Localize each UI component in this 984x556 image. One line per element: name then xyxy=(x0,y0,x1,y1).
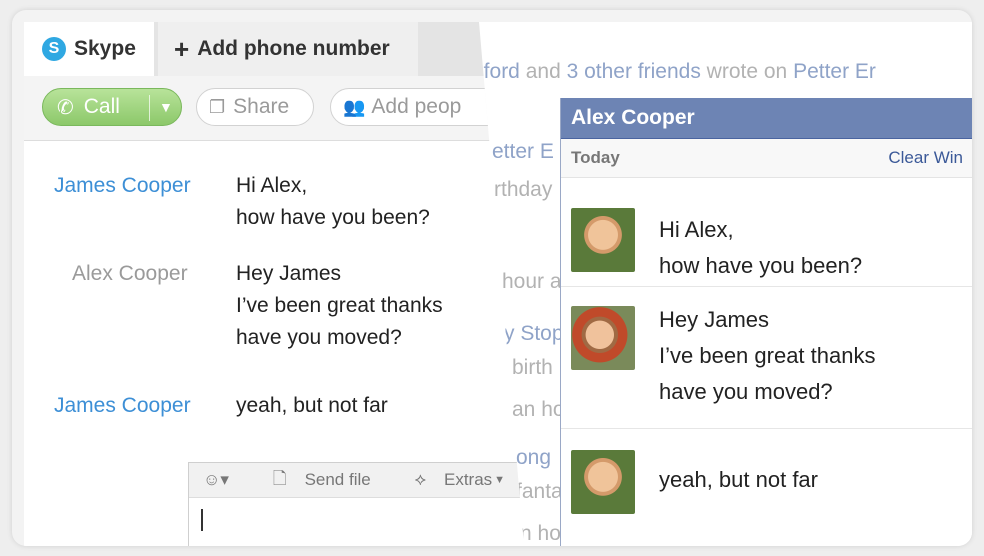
message-line: how have you been? xyxy=(236,206,430,229)
call-button[interactable]: ✆ Call ▼ xyxy=(42,88,182,126)
message-line: have you moved? xyxy=(659,379,833,404)
sender-name[interactable]: Alex Cooper xyxy=(72,258,242,290)
feed-line: birth xyxy=(512,356,553,379)
chevron-down-icon[interactable]: ▼ xyxy=(159,99,173,115)
profile-link[interactable]: Petter Er xyxy=(793,60,876,83)
add-people-icon: 👥 xyxy=(343,96,366,117)
feed-line[interactable]: etter E xyxy=(492,140,554,164)
feed-line: hour a xyxy=(502,270,562,293)
skype-tab-bar: S Skype + Add phone number xyxy=(24,22,524,76)
chat-subheader: Today Clear Win xyxy=(561,139,972,178)
message-text: yeah, but not far xyxy=(236,390,516,422)
sender-name[interactable]: James Cooper xyxy=(54,390,224,422)
tab-add-phone-number[interactable]: + Add phone number xyxy=(158,22,418,76)
fb-message: Hey James I’ve been great thanks have yo… xyxy=(561,286,972,429)
message-text: Hey James I’ve been great thanks have yo… xyxy=(236,258,516,354)
phone-icon: ✆ xyxy=(57,96,74,119)
feed-line: n ho xyxy=(520,522,561,545)
friends-link[interactable]: 3 other friends xyxy=(567,60,701,83)
clear-window-link[interactable]: Clear Win xyxy=(888,148,963,168)
feed-line: nford and 3 other friends wrote on Pette… xyxy=(472,60,876,84)
message-line: Hi Alex, xyxy=(659,217,734,242)
skype-toolbar: ✆ Call ▼ ❐ Share 👥 Add peop xyxy=(24,76,524,141)
tab-skype[interactable]: S Skype xyxy=(24,22,154,76)
facebook-chat-window: Alex Cooper Today Clear Win Hi Alex, how… xyxy=(560,98,972,546)
message-line: yeah, but not far xyxy=(236,394,388,417)
fb-message: Hi Alex, how have you been? xyxy=(561,178,972,287)
message-line: yeah, but not far xyxy=(659,467,818,492)
fb-message: yeah, but not far xyxy=(561,428,972,528)
sender-name[interactable]: James Cooper xyxy=(54,170,224,202)
share-label: Share xyxy=(233,95,290,118)
message-line: Hey James xyxy=(659,307,770,332)
james-avatar[interactable] xyxy=(571,208,635,272)
feed-line: fanta xyxy=(516,480,563,503)
send-file-label: Send file xyxy=(304,470,371,489)
file-icon: 🗋 xyxy=(272,468,287,488)
extras-button[interactable]: ⟡ Extras ▼ xyxy=(401,470,505,490)
message-line: Hey James xyxy=(236,262,342,285)
message-line: I’ve been great thanks xyxy=(236,294,443,317)
extras-label: Extras xyxy=(443,470,493,489)
feed-text: wrote on xyxy=(700,60,794,83)
message-line: Hi Alex, xyxy=(236,174,308,197)
share-button[interactable]: ❐ Share xyxy=(196,88,314,126)
message-text: Hi Alex, how have you been? xyxy=(236,170,516,234)
skype-logo-icon: S xyxy=(42,37,66,61)
message-text: Hey James I’ve been great thanks have yo… xyxy=(659,302,875,410)
message-line: I’ve been great thanks xyxy=(659,343,876,368)
feed-line[interactable]: y Stop xyxy=(504,322,564,346)
date-label: Today xyxy=(571,148,620,167)
add-people-label: Add peop xyxy=(371,95,462,118)
share-screen-icon: ❐ xyxy=(209,96,226,117)
tab-label: Add phone number xyxy=(197,37,390,60)
feed-line: rthday xyxy=(494,178,553,201)
message-text: Hi Alex, how have you been? xyxy=(659,212,862,284)
extras-icon: ⟡ xyxy=(414,470,426,489)
send-file-button[interactable]: 🗋 Send file xyxy=(259,466,371,495)
chevron-down-icon: ▼ xyxy=(494,474,506,486)
feed-line[interactable]: ong xyxy=(516,446,551,470)
plus-icon: + xyxy=(174,33,190,64)
compose-toolbar: ☺▾ 🗋 Send file ⟡ Extras ▼ xyxy=(189,463,524,498)
james-avatar[interactable] xyxy=(571,450,635,514)
feed-line: an ho xyxy=(512,398,565,421)
screenshot-frame: nford and 3 other friends wrote on Pette… xyxy=(12,10,972,546)
alex-avatar[interactable] xyxy=(571,306,635,370)
chat-title[interactable]: Alex Cooper xyxy=(561,98,972,139)
tab-label: Skype xyxy=(74,37,136,60)
compose-box[interactable]: ☺▾ 🗋 Send file ⟡ Extras ▼ xyxy=(188,462,524,546)
message-text: yeah, but not far xyxy=(659,462,818,498)
message-line: how have you been? xyxy=(659,253,863,278)
call-label: Call xyxy=(83,95,120,118)
emoticon-button[interactable]: ☺▾ xyxy=(203,470,229,490)
feed-text: and xyxy=(519,60,567,83)
text-cursor xyxy=(201,509,203,531)
skype-window: S Skype + Add phone number ✆ Call ▼ ❐ Sh… xyxy=(24,22,524,546)
message-line: have you moved? xyxy=(236,326,402,349)
divider xyxy=(149,95,150,121)
